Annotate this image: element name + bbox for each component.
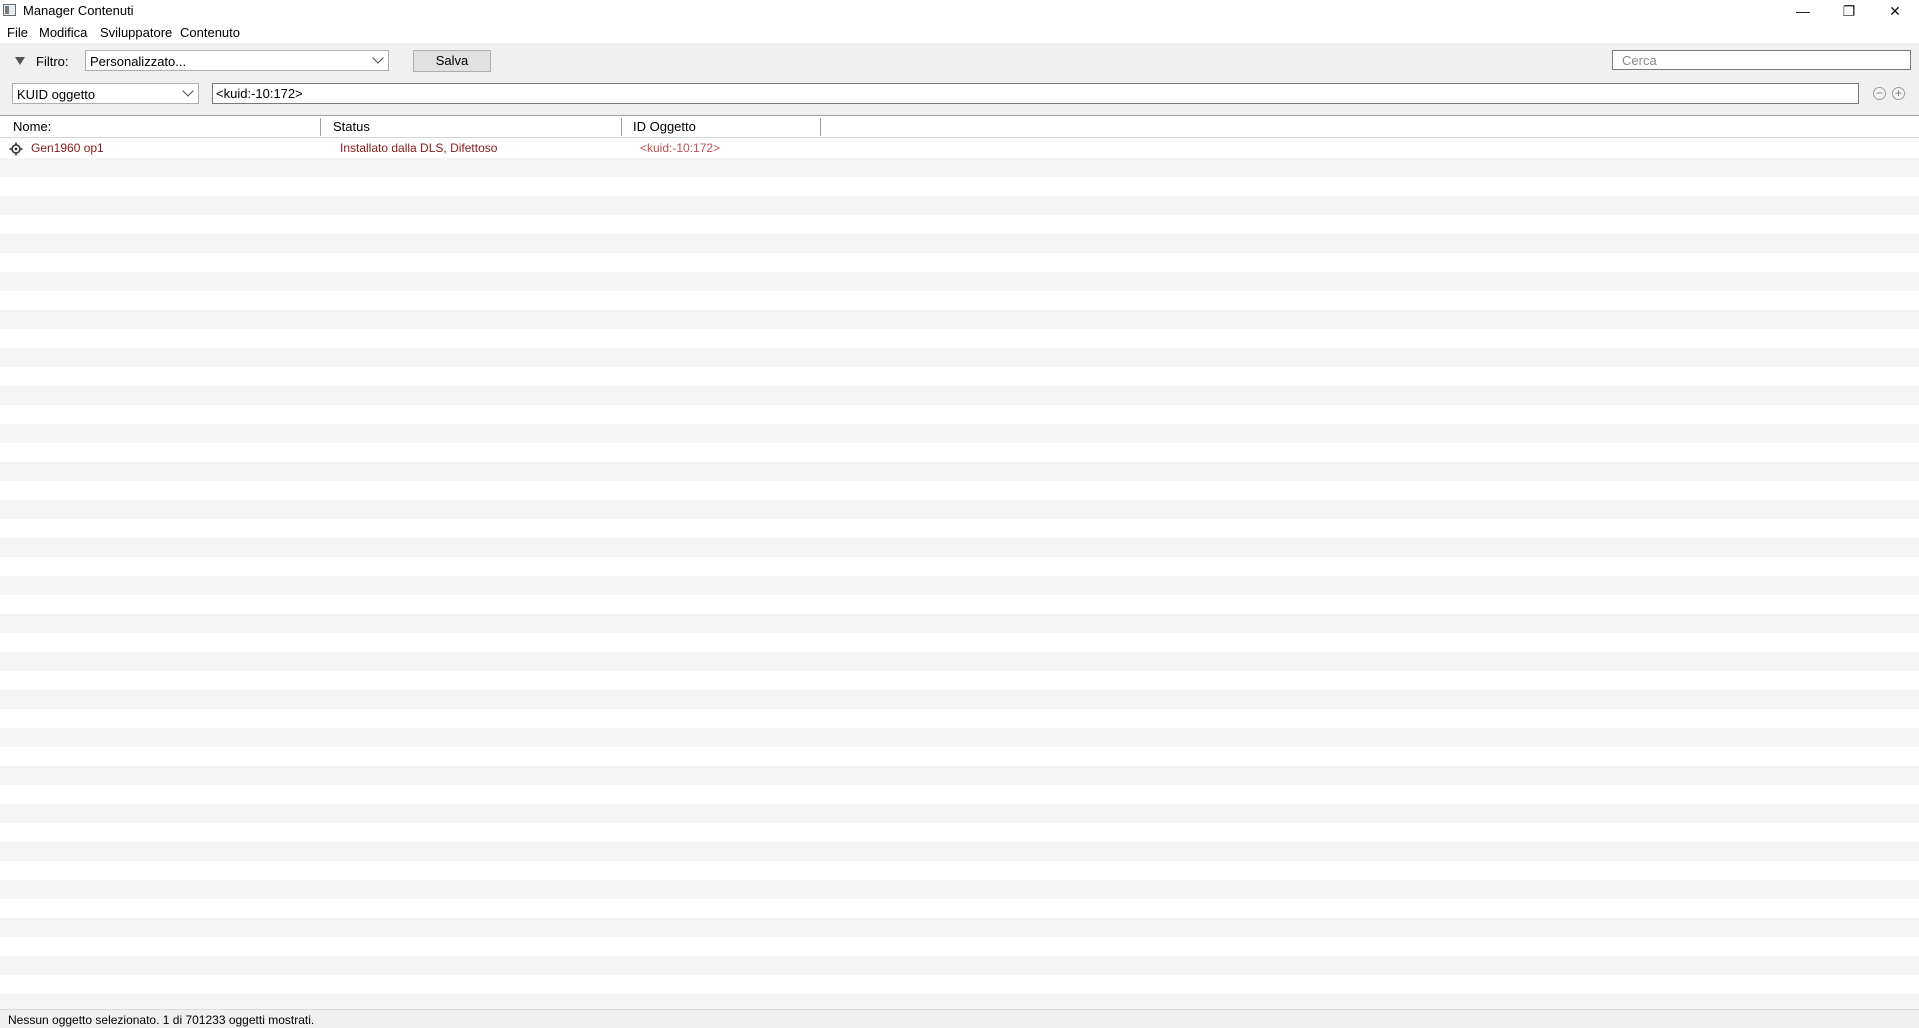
- empty-row: [0, 766, 1919, 785]
- empty-row: [0, 443, 1919, 462]
- empty-row: [0, 272, 1919, 291]
- empty-row: [0, 500, 1919, 519]
- minimize-button[interactable]: —: [1780, 0, 1826, 22]
- minimize-icon: —: [1796, 3, 1810, 19]
- empty-row: [0, 576, 1919, 595]
- app-icon: [3, 4, 16, 16]
- filter-collapse-icon[interactable]: [15, 57, 25, 65]
- field-dropdown-value: KUID oggetto: [17, 87, 96, 102]
- empty-row: [0, 215, 1919, 234]
- empty-row: [0, 348, 1919, 367]
- filter-toolbar: Filtro: Personalizzato... Salva Cerca KU…: [0, 43, 1919, 115]
- table-row[interactable]: Gen1960 op1 Installato dalla DLS, Difett…: [0, 139, 1919, 158]
- filter-label: Filtro:: [36, 54, 69, 69]
- empty-row: [0, 747, 1919, 766]
- empty-row: [0, 595, 1919, 614]
- column-divider[interactable]: [820, 118, 821, 136]
- menu-contenuto[interactable]: Contenuto: [180, 25, 240, 40]
- column-header-name[interactable]: Nome:: [13, 119, 51, 134]
- empty-row: [0, 861, 1919, 880]
- menu-sviluppatore[interactable]: Sviluppatore: [100, 25, 172, 40]
- column-divider[interactable]: [320, 118, 321, 136]
- empty-row: [0, 918, 1919, 937]
- menu-file[interactable]: File: [7, 25, 28, 40]
- empty-row: [0, 633, 1919, 652]
- maximize-button[interactable]: ❐: [1826, 0, 1872, 22]
- menu-modifica[interactable]: Modifica: [39, 25, 87, 40]
- empty-row: [0, 386, 1919, 405]
- empty-row: [0, 234, 1919, 253]
- empty-row: [0, 671, 1919, 690]
- menu-bar: File Modifica Sviluppatore Contenuto: [0, 22, 1919, 43]
- kuid-value-input[interactable]: <kuid:-10:172>: [212, 83, 1859, 104]
- empty-row: [0, 975, 1919, 994]
- empty-row: [0, 424, 1919, 443]
- empty-row: [0, 785, 1919, 804]
- empty-row: [0, 367, 1919, 386]
- empty-row: [0, 994, 1919, 1009]
- status-text: Nessun oggetto selezionato. 1 di 701233 …: [8, 1013, 315, 1027]
- filter-dropdown-value: Personalizzato...: [90, 54, 187, 69]
- search-input[interactable]: Cerca: [1612, 50, 1911, 70]
- empty-row: [0, 291, 1919, 310]
- empty-row: [0, 899, 1919, 918]
- window-title: Manager Contenuti: [23, 3, 134, 18]
- empty-row: [0, 253, 1919, 272]
- empty-row: [0, 937, 1919, 956]
- empty-row: [0, 690, 1919, 709]
- empty-row: [0, 709, 1919, 728]
- kuid-value-text: <kuid:-10:172>: [216, 86, 303, 101]
- row-kuid: <kuid:-10:172>: [640, 141, 721, 155]
- empty-row: [0, 842, 1919, 861]
- save-button[interactable]: Salva: [413, 50, 491, 72]
- status-bar: Nessun oggetto selezionato. 1 di 701233 …: [0, 1009, 1919, 1028]
- column-divider[interactable]: [621, 118, 622, 136]
- empty-row: [0, 804, 1919, 823]
- filter-dropdown[interactable]: Personalizzato...: [85, 50, 389, 71]
- add-condition-button[interactable]: +: [1892, 87, 1905, 100]
- empty-row: [0, 310, 1919, 329]
- empty-row: [0, 329, 1919, 348]
- empty-row: [0, 177, 1919, 196]
- content-list: Gen1960 op1 Installato dalla DLS, Difett…: [0, 139, 1919, 1009]
- empty-row: [0, 652, 1919, 671]
- empty-row: [0, 196, 1919, 215]
- empty-row: [0, 462, 1919, 481]
- remove-condition-button[interactable]: −: [1873, 87, 1886, 100]
- row-name: Gen1960 op1: [31, 141, 104, 155]
- field-dropdown[interactable]: KUID oggetto: [12, 83, 199, 104]
- empty-row: [0, 823, 1919, 842]
- empty-row: [0, 405, 1919, 424]
- empty-row: [0, 728, 1919, 747]
- empty-row: [0, 557, 1919, 576]
- chevron-down-icon: [372, 52, 384, 64]
- empty-row: [0, 519, 1919, 538]
- chevron-down-icon: [182, 85, 194, 97]
- title-bar: Manager Contenuti — ❐ ✕: [0, 0, 1919, 22]
- empty-row: [0, 614, 1919, 633]
- empty-row: [0, 956, 1919, 975]
- gear-icon: [9, 142, 23, 156]
- close-button[interactable]: ✕: [1872, 0, 1918, 22]
- column-header-id[interactable]: ID Oggetto: [633, 119, 696, 134]
- table-header: Nome: Status ID Oggetto: [0, 115, 1919, 138]
- empty-row: [0, 158, 1919, 177]
- empty-row: [0, 481, 1919, 500]
- row-status: Installato dalla DLS, Difettoso: [340, 141, 498, 155]
- maximize-icon: ❐: [1842, 2, 1856, 19]
- empty-row: [0, 880, 1919, 899]
- search-placeholder: Cerca: [1622, 53, 1657, 68]
- column-header-status[interactable]: Status: [333, 119, 370, 134]
- close-icon: ✕: [1889, 2, 1901, 19]
- empty-row: [0, 538, 1919, 557]
